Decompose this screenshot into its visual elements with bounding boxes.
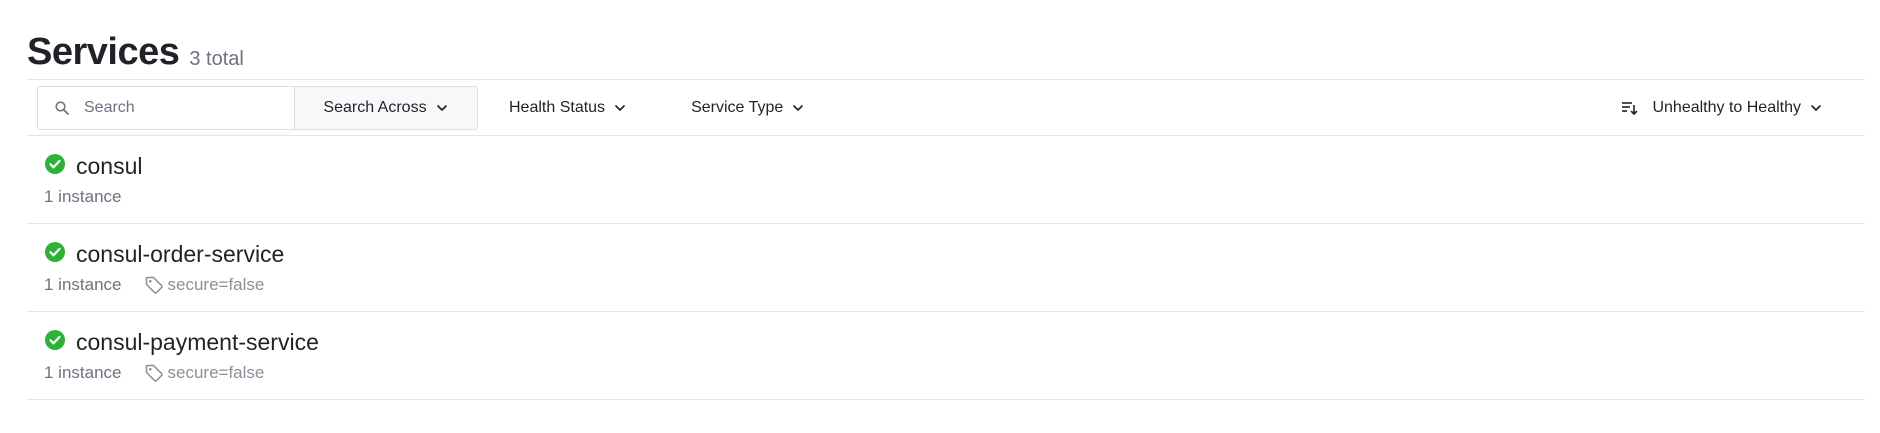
service-meta: 1 instance xyxy=(44,187,1865,207)
tag-icon xyxy=(144,275,164,295)
health-status-label: Health Status xyxy=(509,98,606,116)
services-page: Services 3 total Search Across xyxy=(27,0,1865,400)
sort-icon xyxy=(1620,99,1638,117)
instance-count: 1 instance xyxy=(44,275,122,294)
service-name: consul-payment-service xyxy=(76,328,319,355)
service-header: consul-payment-service xyxy=(44,327,1865,357)
search-input[interactable] xyxy=(82,97,276,118)
tag-label: secure=false xyxy=(167,275,265,294)
service-row[interactable]: consul-order-service 1 instance secure=f… xyxy=(27,224,1865,312)
service-meta: 1 instance secure=false xyxy=(44,363,1865,383)
sort-dropdown[interactable]: Unhealthy to Healthy xyxy=(1620,99,1823,117)
search-box[interactable] xyxy=(38,86,294,129)
check-circle-icon xyxy=(44,241,66,263)
search-icon xyxy=(54,100,70,116)
check-circle-icon xyxy=(44,153,66,175)
service-list: consul 1 instance consul-order-service 1… xyxy=(27,136,1865,400)
page-title: Services xyxy=(27,31,180,73)
chevron-down-icon xyxy=(791,101,805,115)
tag-icon xyxy=(144,363,164,383)
search-group: Search Across xyxy=(37,85,478,130)
tag-label: secure=false xyxy=(167,363,265,382)
service-name: consul xyxy=(76,152,143,179)
toolbar: Search Across Health Status Service Type xyxy=(27,80,1865,136)
chevron-down-icon xyxy=(1809,101,1823,115)
page-header: Services 3 total xyxy=(27,0,1865,80)
service-tag: secure=false xyxy=(144,275,265,295)
service-type-label: Service Type xyxy=(691,98,784,116)
check-circle-icon xyxy=(44,329,66,351)
service-count: 3 total xyxy=(189,48,244,70)
chevron-down-icon xyxy=(613,101,627,115)
service-header: consul xyxy=(44,151,1865,181)
service-row[interactable]: consul 1 instance xyxy=(27,136,1865,224)
instance-count: 1 instance xyxy=(44,187,122,206)
service-header: consul-order-service xyxy=(44,239,1865,269)
health-status-filter[interactable]: Health Status xyxy=(509,99,627,117)
search-across-button[interactable]: Search Across xyxy=(294,86,477,129)
service-meta: 1 instance secure=false xyxy=(44,275,1865,295)
chevron-down-icon xyxy=(435,101,449,115)
service-row[interactable]: consul-payment-service 1 instance secure… xyxy=(27,312,1865,400)
service-type-filter[interactable]: Service Type xyxy=(691,99,805,117)
sort-label: Unhealthy to Healthy xyxy=(1652,98,1801,116)
instance-count: 1 instance xyxy=(44,363,122,382)
service-tag: secure=false xyxy=(144,363,265,383)
search-across-label: Search Across xyxy=(323,98,427,116)
service-name: consul-order-service xyxy=(76,240,285,267)
